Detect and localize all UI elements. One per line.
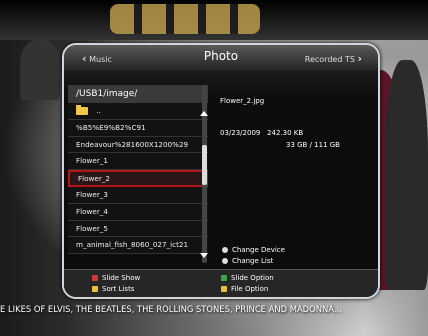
scrollbar-thumb[interactable]	[202, 145, 207, 185]
background-mannequin	[385, 60, 428, 290]
file-meta: 03/23/2009 242.30 KB	[220, 129, 303, 137]
list-item[interactable]: Flower_1	[68, 153, 208, 171]
list-item[interactable]: %B5%E9%B2%C91	[68, 119, 208, 137]
file-date: 03/23/2009	[220, 129, 261, 137]
slide-option-button[interactable]: Slide Option	[221, 273, 274, 283]
list-item[interactable]: Flower_3	[68, 186, 208, 204]
list-item-label: Flower_4	[76, 206, 108, 216]
list-item-label: ..	[96, 106, 101, 115]
option-label: Change List	[232, 257, 274, 265]
list-item[interactable]: m_animal_fish_8060_027_ict21	[68, 237, 208, 255]
list-item-label: Flower_3	[76, 189, 108, 199]
file-option-button[interactable]: File Option	[221, 284, 268, 294]
option-label: Change Device	[232, 246, 285, 254]
list-item-label: m_animal_fish_8060_027_ict21	[76, 240, 189, 250]
folder-icon	[76, 105, 88, 115]
scroll-up-arrow-icon[interactable]	[200, 111, 208, 116]
yellow-key-icon	[92, 286, 98, 292]
photo-browser-panel: ‹ Music Photo Recorded TS › /USB1/image/…	[62, 43, 380, 299]
options-list: Change Device Change List	[222, 245, 285, 267]
slide-option-label: Slide Option	[231, 274, 274, 282]
yellow-key-icon	[221, 286, 227, 292]
list-item-label: Endeavour%281600X1200%29	[76, 139, 189, 149]
button-icon	[222, 247, 228, 253]
file-option-label: File Option	[231, 285, 269, 293]
change-device-option[interactable]: Change Device	[222, 245, 285, 256]
change-list-option[interactable]: Change List	[222, 256, 285, 267]
red-key-icon	[92, 275, 98, 281]
list-item[interactable]: Endeavour%281600X1200%29	[68, 136, 208, 154]
file-browser: /USB1/image/ .. %B5%E9%B2%C91 Endeavour%…	[68, 85, 208, 263]
background-hats	[110, 4, 260, 34]
button-icon	[222, 258, 228, 264]
list-item-selected[interactable]: Flower_2	[68, 170, 208, 187]
list-item-label: Flower_2	[78, 174, 110, 184]
background-figure	[20, 40, 60, 100]
slide-show-label: Slide Show	[102, 274, 141, 282]
panel-header: ‹ Music Photo Recorded TS ›	[64, 45, 378, 71]
list-item-label: %B5%E9%B2%C91	[76, 122, 146, 132]
list-item-parent-folder[interactable]: ..	[68, 103, 208, 120]
news-ticker: E LIKES OF ELVIS, THE BEATLES, THE ROLLI…	[0, 304, 342, 314]
next-tab-recorded-ts[interactable]: Recorded TS ›	[305, 52, 362, 65]
footer-legend: Slide Show Sort Lists Slide Option File …	[64, 269, 378, 297]
storage-capacity: 33 GB / 111 GB	[286, 141, 340, 149]
slide-show-button[interactable]: Slide Show	[92, 273, 140, 283]
sort-lists-button[interactable]: Sort Lists	[92, 284, 134, 294]
green-key-icon	[221, 275, 227, 281]
file-size: 242.30 KB	[267, 129, 304, 137]
file-name: Flower_2.jpg	[220, 97, 265, 105]
chevron-right-icon: ›	[357, 52, 362, 65]
next-tab-label: Recorded TS	[304, 55, 355, 64]
list-item[interactable]: Flower_5	[68, 220, 208, 238]
scroll-down-arrow-icon[interactable]	[200, 253, 208, 258]
file-list: .. %B5%E9%B2%C91 Endeavour%281600X1200%2…	[68, 103, 208, 255]
sort-lists-label: Sort Lists	[102, 285, 135, 293]
current-path: /USB1/image/	[68, 85, 208, 103]
list-item-label: Flower_5	[76, 223, 108, 233]
list-item[interactable]: Flower_4	[68, 203, 208, 221]
list-item-label: Flower_1	[76, 156, 108, 166]
